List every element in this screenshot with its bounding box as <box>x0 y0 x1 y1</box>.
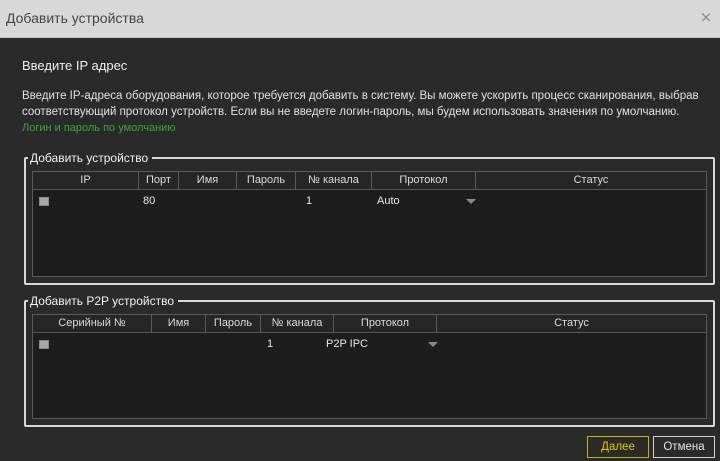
p2p-table-header: Серийный № Имя Пароль № канала Протокол … <box>33 315 706 333</box>
col-name[interactable]: Имя <box>179 172 237 190</box>
channel-value[interactable]: 1 <box>267 338 273 350</box>
protocol-select[interactable]: Auto <box>377 195 400 207</box>
col-serial[interactable]: Серийный № <box>33 315 152 333</box>
col-channel[interactable]: № канала <box>261 315 334 333</box>
col-protocol[interactable]: Протокол <box>334 315 437 333</box>
close-icon[interactable]: × <box>698 9 714 25</box>
col-ip[interactable]: IP <box>33 172 139 190</box>
description-text: Введите IP-адреса оборудования, которое … <box>22 90 699 118</box>
row-checkbox[interactable] <box>39 340 49 349</box>
col-port[interactable]: Порт <box>139 172 179 190</box>
p2p-table: Серийный № Имя Пароль № канала Протокол … <box>32 314 707 419</box>
channel-value[interactable]: 1 <box>306 195 312 207</box>
col-password[interactable]: Пароль <box>237 172 296 190</box>
device-table: IP Порт Имя Пароль № канала Протокол Ста… <box>32 171 707 277</box>
port-value[interactable]: 80 <box>143 195 155 207</box>
chevron-down-icon[interactable] <box>466 199 476 204</box>
col-protocol[interactable]: Протокол <box>372 172 476 190</box>
protocol-select[interactable]: P2P IPC <box>326 338 368 350</box>
add-device-group: Добавить устройство IP Порт Имя Пароль №… <box>24 150 715 285</box>
col-status[interactable]: Статус <box>476 172 706 190</box>
dialog-content: Введите IP адрес Введите IP-адреса обору… <box>0 38 720 461</box>
cancel-button[interactable]: Отмена <box>653 436 715 458</box>
add-p2p-device-group: Добавить P2P устройство Серийный № Имя П… <box>24 293 715 427</box>
col-name[interactable]: Имя <box>152 315 206 333</box>
window-title: Добавить устройства <box>6 10 144 26</box>
section-heading: Введите IP адрес <box>22 58 128 73</box>
col-channel[interactable]: № канала <box>296 172 372 190</box>
next-button[interactable]: Далее <box>587 436 649 458</box>
default-credentials-link[interactable]: Логин и пароль по умолчанию <box>22 122 176 134</box>
add-device-legend: Добавить устройство <box>28 150 153 166</box>
chevron-down-icon[interactable] <box>428 342 438 347</box>
device-table-header: IP Порт Имя Пароль № канала Протокол Ста… <box>33 172 706 190</box>
col-status[interactable]: Статус <box>437 315 706 333</box>
col-password[interactable]: Пароль <box>206 315 261 333</box>
row-checkbox[interactable] <box>39 197 49 206</box>
title-bar: Добавить устройства × <box>0 0 720 38</box>
add-p2p-legend: Добавить P2P устройство <box>28 293 178 309</box>
